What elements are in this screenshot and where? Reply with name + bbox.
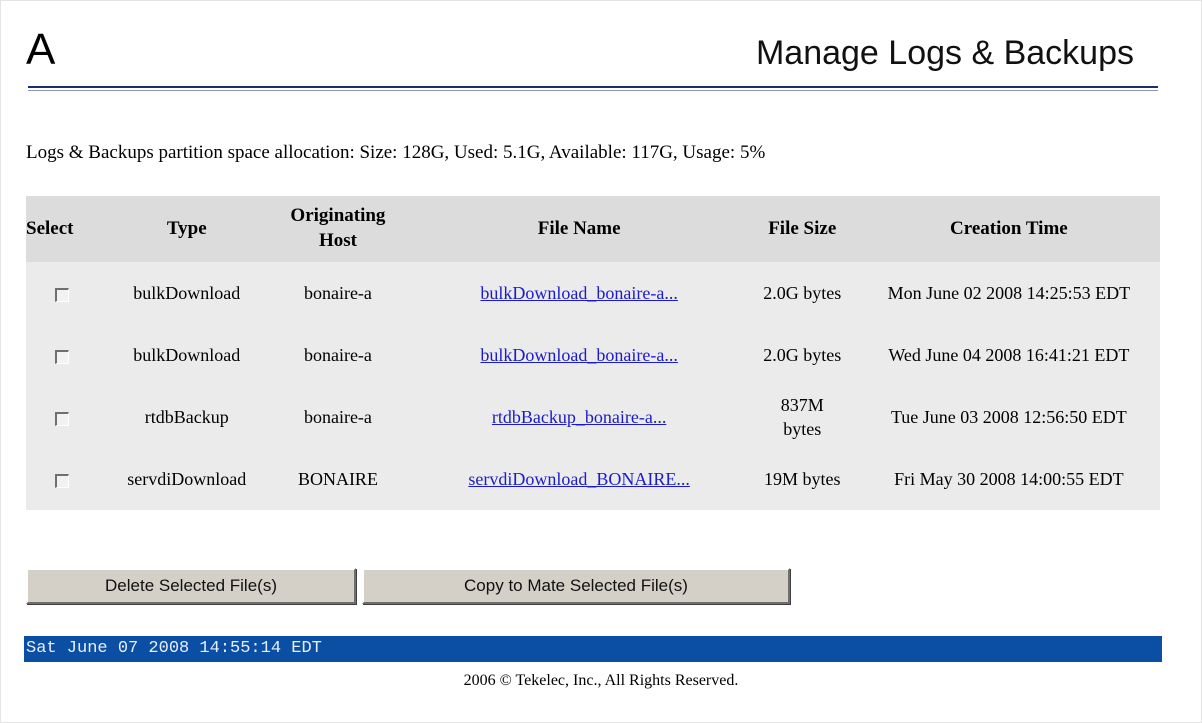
type-cell: servdiDownload — [109, 448, 265, 510]
file-size-cell: 837M bytes — [746, 386, 858, 448]
partition-space-info: Logs & Backups partition space allocatio… — [26, 142, 766, 163]
file-name-link[interactable]: bulkDownload_bonaire-a... — [480, 345, 677, 365]
title-divider — [28, 86, 1158, 91]
creation-time-cell: Wed June 04 2008 16:41:21 EDT — [857, 324, 1160, 386]
row-select-checkbox[interactable] — [54, 411, 69, 426]
table-row: bulkDownload bonaire-a bulkDownload_bona… — [26, 324, 1160, 386]
status-datetime: Sat June 07 2008 14:55:14 EDT — [26, 639, 322, 658]
logo: A — [26, 25, 56, 74]
type-cell: bulkDownload — [109, 324, 265, 386]
select-cell — [26, 324, 110, 386]
file-name-cell: rtdbBackup_bonaire-a... — [411, 386, 747, 448]
file-name-cell: servdiDownload_BONAIRE... — [411, 448, 747, 510]
creation-time-cell: Mon June 02 2008 14:25:53 EDT — [857, 262, 1160, 324]
status-bar: Sat June 07 2008 14:55:14 EDT — [24, 636, 1162, 662]
file-size-cell: 19M bytes — [746, 448, 858, 510]
column-header-originating-host: Originating Host — [264, 196, 412, 262]
copyright-footer: 2006 © Tekelec, Inc., All Rights Reserve… — [463, 672, 739, 689]
table-row: rtdbBackup bonaire-a rtdbBackup_bonaire-… — [26, 386, 1160, 448]
select-cell — [26, 262, 110, 324]
page-title: Manage Logs & Backups — [755, 34, 1134, 72]
row-select-checkbox[interactable] — [54, 473, 69, 488]
file-name-link[interactable]: bulkDownload_bonaire-a... — [480, 283, 677, 303]
file-name-link[interactable]: rtdbBackup_bonaire-a... — [492, 407, 666, 427]
host-cell: bonaire-a — [264, 262, 412, 324]
creation-time-cell: Tue June 03 2008 12:56:50 EDT — [857, 386, 1160, 448]
select-cell — [26, 448, 110, 510]
copy-to-mate-button[interactable]: Copy to Mate Selected File(s) — [362, 568, 790, 604]
delete-selected-files-button[interactable]: Delete Selected File(s) — [26, 568, 356, 604]
type-cell: bulkDownload — [109, 262, 265, 324]
host-cell: bonaire-a — [264, 324, 412, 386]
files-table: Select Type Originating Host File Name F… — [26, 196, 1160, 510]
type-cell: rtdbBackup — [109, 386, 265, 448]
table-row: bulkDownload bonaire-a bulkDownload_bona… — [26, 262, 1160, 324]
creation-time-cell: Fri May 30 2008 14:00:55 EDT — [857, 448, 1160, 510]
host-cell: BONAIRE — [264, 448, 412, 510]
column-header-select: Select — [26, 196, 110, 262]
select-cell — [26, 386, 110, 448]
column-header-file-size: File Size — [746, 196, 858, 262]
file-size-cell: 2.0G bytes — [746, 324, 858, 386]
file-name-cell: bulkDownload_bonaire-a... — [411, 324, 747, 386]
row-select-checkbox[interactable] — [54, 287, 69, 302]
file-name-link[interactable]: servdiDownload_BONAIRE... — [468, 469, 689, 489]
table-row: servdiDownload BONAIRE servdiDownload_BO… — [26, 448, 1160, 510]
file-size-cell: 2.0G bytes — [746, 262, 858, 324]
column-header-type: Type — [109, 196, 265, 262]
column-header-creation-time: Creation Time — [857, 196, 1160, 262]
row-select-checkbox[interactable] — [54, 349, 69, 364]
table-header-row: Select Type Originating Host File Name F… — [26, 196, 1160, 262]
file-name-cell: bulkDownload_bonaire-a... — [411, 262, 747, 324]
host-cell: bonaire-a — [264, 386, 412, 448]
column-header-file-name: File Name — [411, 196, 747, 262]
